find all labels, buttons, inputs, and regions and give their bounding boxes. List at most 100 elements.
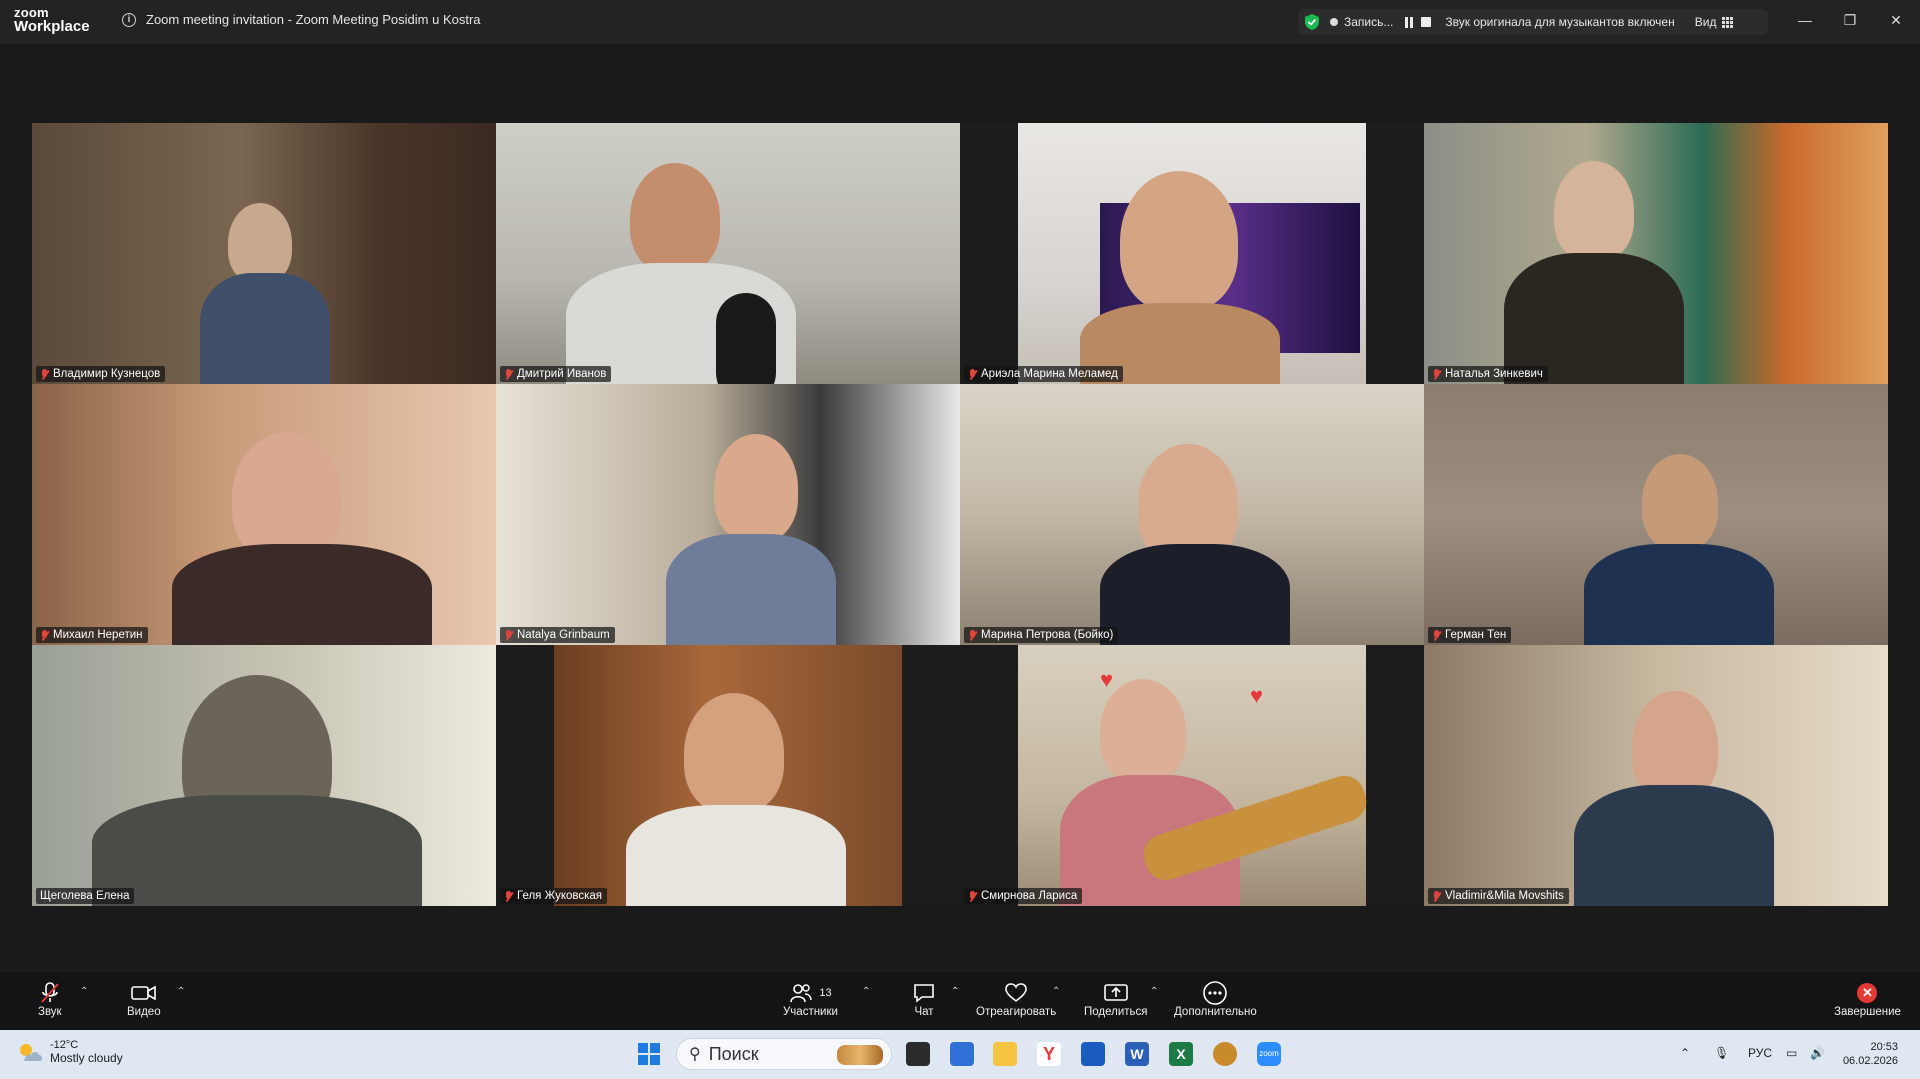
video-camera-icon [130,980,157,1006]
video-tile[interactable]: Владимир Кузнецов [32,123,496,384]
microphone-tray-icon[interactable]: 🎙 [1714,1046,1729,1060]
end-close-icon: ✕ [1857,980,1878,1006]
mic-muted-icon [40,629,49,641]
game-app-icon[interactable] [1213,1042,1237,1066]
video-gallery: Владимир Кузнецов Дмитрий Иванов Ариэла … [0,44,1920,972]
participant-name-tag: Дмитрий Иванов [500,366,612,382]
audio-options-chevron-icon[interactable]: ⌃ [80,986,88,997]
chat-button[interactable]: Чат [912,980,936,1018]
taskbar-clock[interactable]: 20:53 06.02.2026 [1843,1040,1898,1068]
mic-muted-icon [39,980,61,1006]
participants-options-chevron-icon[interactable]: ⌃ [862,986,870,997]
video-tile[interactable]: Марина Петрова (Бойко) [960,384,1424,645]
file-explorer-icon[interactable] [993,1042,1017,1066]
participant-name-tag: Наталья Зинкевич [1428,366,1548,382]
end-meeting-button[interactable]: ✕ Завершение [1834,980,1901,1018]
heart-icon [1004,980,1028,1006]
heart-reaction-icon: ♥ [1100,667,1114,692]
taskbar-search-input[interactable]: ⚲ Поиск [676,1038,892,1070]
mic-muted-icon [40,368,49,380]
participant-name-tag: Герман Тен [1428,627,1512,643]
recording-dot-icon [1330,18,1338,26]
mic-muted-icon [504,368,513,380]
video-tile[interactable]: Ариэла Марина Меламед [960,123,1424,384]
grid-view-icon [1722,16,1734,28]
participant-name-tag: Михаил Неретин [36,627,148,643]
mic-muted-icon [1432,368,1441,380]
temperature: -12°C [50,1039,79,1051]
meeting-controls: Звук ⌃ Видео ⌃ 13 Участники ⌃ Чат ⌃ Отре… [0,972,1920,1030]
mic-muted-icon [504,890,513,902]
video-tile-active-speaker[interactable]: Щеголева Елена [32,645,496,906]
info-icon[interactable]: i [122,12,136,27]
participants-button[interactable]: 13 Участники [783,980,838,1018]
word-icon[interactable]: W [1125,1042,1149,1066]
task-view-icon[interactable] [906,1042,930,1066]
video-button[interactable]: Видео [127,980,161,1018]
view-label: Вид [1694,15,1717,29]
video-tile[interactable]: Дмитрий Иванов [496,123,960,384]
participant-name-tag: Vladimir&Mila Movshits [1428,888,1569,904]
restore-icon[interactable]: ❐ [1840,12,1860,29]
store-icon[interactable] [950,1042,974,1066]
react-options-chevron-icon[interactable]: ⌃ [1052,986,1060,997]
share-options-chevron-icon[interactable]: ⌃ [1150,986,1158,997]
video-tile[interactable]: Natalya Grinbaum [496,384,960,645]
encryption-shield-icon[interactable] [1304,13,1320,31]
mic-muted-icon [1432,890,1441,902]
volume-icon[interactable]: 🔊 [1810,1046,1825,1060]
chat-options-chevron-icon[interactable]: ⌃ [951,986,959,997]
view-button[interactable]: Вид [1695,15,1734,29]
close-icon[interactable]: ✕ [1886,12,1906,29]
heart-reaction-icon: ♥ [1250,683,1264,708]
input-language[interactable]: РУС [1748,1046,1772,1060]
video-tile[interactable]: Михаил Неретин [32,384,496,645]
more-button[interactable]: Дополнительно [1174,980,1257,1018]
clock-time: 20:53 [1870,1041,1898,1053]
status-bar: Запись... Звук оригинала для музыкантов … [1298,9,1768,35]
video-options-chevron-icon[interactable]: ⌃ [177,986,185,997]
original-sound-status[interactable]: Звук оригинала для музыкантов включен [1445,15,1674,29]
winamp-icon[interactable] [1081,1042,1105,1066]
excel-icon[interactable]: X [1169,1042,1193,1066]
yandex-browser-icon[interactable]: Y [1037,1042,1061,1066]
participant-name-tag: Щеголева Елена [36,888,135,904]
stop-recording-icon[interactable] [1421,17,1432,27]
weather-widget[interactable]: -12°C Mostly cloudy [16,1039,123,1065]
react-button[interactable]: Отреагировать [976,980,1056,1018]
share-button[interactable]: Поделиться [1084,980,1148,1018]
windows-start-icon[interactable] [637,1042,661,1066]
recording-label[interactable]: Запись... [1344,15,1393,29]
video-tile[interactable]: Vladimir&Mila Movshits [1424,645,1888,906]
minimize-icon[interactable]: — [1795,12,1815,28]
mic-muted-icon [504,629,513,641]
clock-date: 06.02.2026 [1842,1055,1898,1067]
show-hidden-icons-chevron-icon[interactable]: ⌃ [1680,1046,1690,1060]
network-icon[interactable]: ▭ [1786,1046,1797,1060]
pause-recording-icon[interactable] [1405,16,1414,28]
logo-line2: Workplace [14,18,90,35]
participants-icon: 13 [789,980,832,1006]
participants-count: 13 [819,987,832,999]
participant-name-tag: Геля Жуковская [500,888,608,904]
mic-muted-icon [968,890,977,902]
search-highlight-image [837,1045,883,1065]
mic-muted-icon [1432,629,1441,641]
participant-name-tag: Ариэла Марина Меламед [964,366,1123,382]
participant-name-tag: Natalya Grinbaum [500,627,615,643]
mic-muted-icon [968,629,977,641]
zoom-app-icon[interactable]: zoom [1257,1042,1281,1066]
partly-cloudy-icon [20,1044,43,1061]
video-tile[interactable]: Наталья Зинкевич [1424,123,1888,384]
audio-button[interactable]: Звук [38,980,62,1018]
title-bar: zoom Workplace i Zoom meeting invitation… [0,0,1920,44]
video-tile[interactable]: ♥ ♥ Смирнова Лариса [960,645,1424,906]
windows-taskbar: -12°C Mostly cloudy ⚲ Поиск Y W X zoom ⌃… [0,1030,1920,1079]
video-tile[interactable]: Герман Тен [1424,384,1888,645]
mic-muted-icon [968,368,977,380]
more-options-icon [1202,980,1228,1006]
video-tile[interactable]: Геля Жуковская [496,645,960,906]
window-title-text: Zoom meeting invitation - Zoom Meeting P… [146,12,481,27]
zoom-logo: zoom Workplace [14,6,90,34]
participant-name-tag: Владимир Кузнецов [36,366,166,382]
